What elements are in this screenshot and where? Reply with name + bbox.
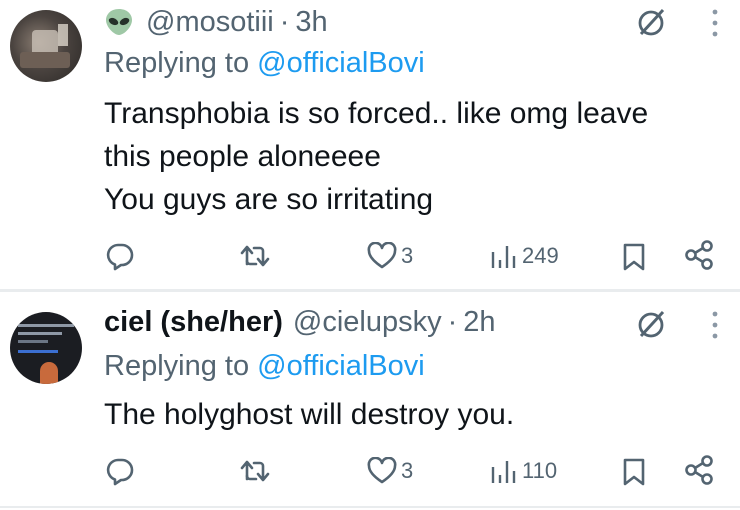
replying-to-label: Replying to	[104, 350, 258, 382]
mention-link[interactable]: @officialBovi	[257, 47, 425, 79]
views-icon	[491, 246, 516, 268]
avatar[interactable]	[10, 10, 82, 82]
retweet-button[interactable]	[240, 457, 270, 485]
tweet-handle[interactable]: @mosotiii	[146, 6, 274, 39]
avatar-detail	[18, 340, 48, 343]
replying-to: Replying to @officialBovi	[104, 350, 425, 383]
share-icon	[685, 455, 713, 485]
alien-emoji-icon	[106, 9, 132, 35]
retweet-icon	[240, 245, 270, 267]
views-icon	[491, 461, 516, 483]
reply-icon	[106, 243, 134, 271]
more-icon[interactable]	[710, 310, 720, 340]
bookmark-button[interactable]	[622, 457, 646, 487]
like-button[interactable]: 3	[367, 242, 413, 270]
retweet-button[interactable]	[240, 242, 270, 270]
share-icon	[685, 240, 713, 270]
like-icon	[367, 457, 397, 484]
like-count: 3	[401, 243, 414, 268]
reply-button[interactable]	[105, 456, 135, 486]
replying-to-label: Replying to	[104, 47, 258, 79]
tweet-divider	[0, 506, 740, 508]
separator-dot: ·	[447, 305, 458, 338]
like-icon	[367, 242, 397, 269]
bookmark-icon	[623, 458, 645, 486]
tweet-handle[interactable]: @cielupsky	[293, 306, 442, 339]
grok-icon[interactable]	[636, 308, 668, 340]
tweet-2-header: ciel (she/her) @cielupsky · 2h	[104, 302, 496, 342]
avatar-detail	[18, 324, 74, 327]
share-button[interactable]	[684, 455, 714, 485]
views-button[interactable]: 110	[490, 457, 557, 485]
bookmark-button[interactable]	[622, 242, 646, 272]
avatar-detail	[40, 362, 58, 384]
separator-dot: ·	[279, 5, 290, 38]
reply-icon	[106, 458, 134, 486]
avatar-detail	[20, 52, 70, 68]
share-button[interactable]	[684, 240, 714, 270]
replying-to: Replying to @officialBovi	[104, 47, 425, 80]
tweet-time[interactable]: 3h	[295, 6, 327, 39]
avatar[interactable]	[10, 312, 82, 384]
like-count: 3	[401, 458, 414, 483]
views-button[interactable]: 249	[490, 242, 559, 270]
like-button[interactable]: 3	[367, 457, 413, 485]
more-icon[interactable]	[710, 8, 720, 38]
retweet-icon	[240, 460, 270, 482]
tweet-time[interactable]: 2h	[463, 306, 495, 339]
bookmark-icon	[623, 243, 645, 271]
avatar-detail	[18, 332, 62, 335]
tweet-text-line: this people aloneeee	[104, 140, 381, 173]
view-count: 249	[522, 243, 559, 268]
avatar-detail	[58, 24, 68, 46]
tweet-text: Transphobia is so forced.. like omg leav…	[104, 92, 648, 221]
tweet-1-header: @mosotiii · 3h	[104, 2, 328, 42]
view-count: 110	[522, 458, 558, 483]
tweet-text: The holyghost will destroy you.	[104, 393, 514, 436]
tweet-text-line: You guys are so irritating	[104, 183, 434, 216]
tweet-text-line: Transphobia is so forced.. like omg leav…	[104, 97, 649, 130]
tweet-text-line: The holyghost will destroy you.	[104, 398, 515, 431]
reply-button[interactable]	[105, 241, 135, 271]
mention-link[interactable]: @officialBovi	[257, 350, 425, 382]
display-name[interactable]: ciel (she/her)	[104, 306, 283, 339]
avatar-detail	[18, 350, 58, 353]
grok-icon[interactable]	[636, 6, 668, 38]
